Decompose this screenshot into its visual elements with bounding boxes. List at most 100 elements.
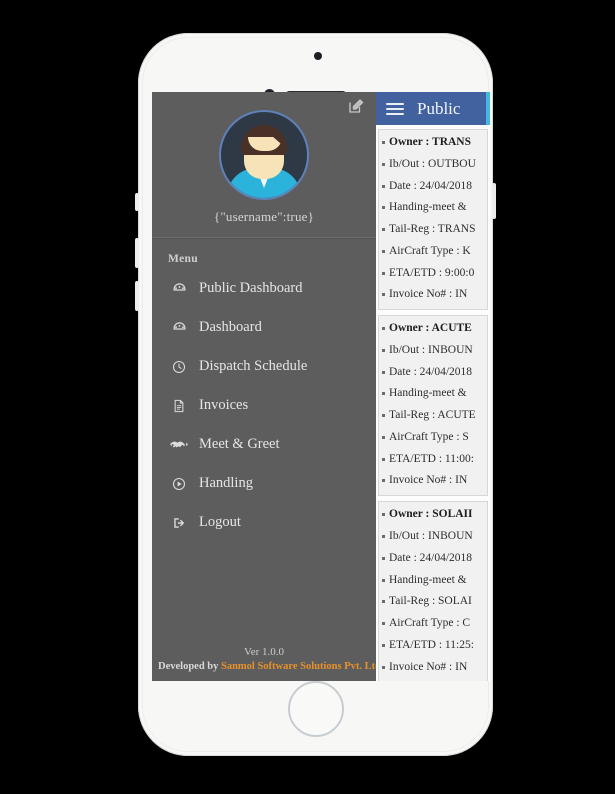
card-row-invoice-no: Invoice No# : IN [379,657,487,679]
bullet-icon [382,370,385,374]
card-row-eta-etd: ETA/ETD : 11:00: [379,449,487,471]
content-scrollbar[interactable] [488,125,490,681]
bullet-icon [382,327,385,331]
bullet-icon [382,348,385,352]
card-row-handling: Handing-meet & [379,570,487,592]
sign-out-icon [168,514,190,532]
sidebar-item-public-dashboard[interactable]: Public Dashboard [152,269,376,308]
bullet-icon [382,535,385,539]
bullet-icon [382,578,385,582]
card-row-inout: Ib/Out : INBOUN [379,526,487,548]
card-row-text: Owner : SOLAII [389,508,473,521]
dispatch-card[interactable]: Owner : ACUTE Ib/Out : INBOUN Date : 24/… [378,315,488,497]
card-row-text: Ib/Out : OUTBOU [389,157,476,170]
card-row-text: Invoice No# : IN [389,474,468,487]
sidebar-item-handling[interactable]: Handling [152,464,376,503]
edit-square-icon[interactable] [348,98,364,114]
card-row-text: Date : 24/04/2018 [389,551,473,564]
bullet-icon [382,600,385,604]
card-row-text: Ib/Out : INBOUN [389,530,473,543]
sidebar-footer: Ver 1.0.0 Developed by Sanmol Software S… [152,645,384,681]
sidebar-item-dispatch-schedule[interactable]: Dispatch Schedule [152,347,376,386]
dispatch-card[interactable]: Owner : SOLAII Ib/Out : INBOUN Date : 24… [378,501,488,681]
bullet-icon [382,293,385,297]
card-row-text: Tail-Reg : ACUTE [389,409,476,422]
developed-by-line: Developed by Sanmol Software Solutions P… [158,660,384,674]
bullet-icon [382,228,385,232]
card-row-tailreg: Tail-Reg : ACUTE [379,405,487,427]
phone-screen: {"username":true} Menu Public Dashboard [152,92,490,681]
dispatch-card[interactable]: Owner : TRANS Ib/Out : OUTBOU Date : 24/… [378,129,488,311]
card-row-invoice-no: Invoice No# : IN [379,284,487,306]
volume-down-button[interactable] [135,281,139,311]
bullet-icon [382,435,385,439]
card-row-aircraft-type: AirCraft Type : S [379,427,487,449]
bullet-icon [382,141,385,144]
avatar[interactable] [219,110,309,200]
developed-by-prefix: Developed by [158,660,221,672]
card-row-handling: Handing-meet & [379,197,487,219]
dashboard-gauge-icon [168,280,190,298]
card-row-aircraft-type: AirCraft Type : C [379,613,487,635]
card-row-text: ETA/ETD : 11:00: [389,452,474,465]
sidebar-item-dashboard[interactable]: Dashboard [152,308,376,347]
power-button[interactable] [492,183,496,219]
bullet-icon [382,479,385,483]
volume-up-button[interactable] [135,238,139,268]
bullet-icon [382,249,385,253]
sidebar-item-invoices[interactable]: Invoices [152,386,376,425]
bullet-icon [382,206,385,210]
card-row-aircraft-type: AirCraft Type : K [379,241,487,263]
card-row-owner: Owner : SOLAII [379,504,487,526]
sidebar-item-logout[interactable]: Logout [152,503,376,542]
phone-frame: {"username":true} Menu Public Dashboard [135,33,496,756]
card-row-date: Date : 24/04/2018 [379,548,487,570]
hamburger-menu-icon[interactable] [386,100,404,118]
card-row-inout: Ib/Out : OUTBOU [379,154,487,176]
card-row-text: Invoice No# : IN [389,288,468,301]
content-pane: Public Owner : TRANS Ib/Out : OUTBOU Dat… [376,92,490,681]
avatar-hair [241,125,287,155]
card-row-text: AirCraft Type : S [389,430,469,443]
dashboard-gauge-icon [168,319,190,337]
sidebar-item-label: Logout [199,514,241,530]
proximity-sensor-icon [314,52,322,60]
card-row-text: AirCraft Type : C [389,617,471,630]
card-row-eta-etd: ETA/ETD : 11:25: [379,635,487,657]
bullet-icon [382,622,385,626]
card-row-handling: Handing-meet & [379,383,487,405]
sidebar-menu-list: Public Dashboard Dashboard Dispatch Sche… [152,269,376,542]
navigation-drawer: {"username":true} Menu Public Dashboard [152,92,384,681]
card-row-text: Handing-meet & [389,387,467,400]
card-row-text: Handing-meet & [389,201,467,214]
card-row-text: Date : 24/04/2018 [389,179,473,192]
card-row-date: Date : 24/04/2018 [379,176,487,198]
play-circle-icon [168,475,190,493]
bullet-icon [382,184,385,188]
developer-brand-link[interactable]: Sanmol Software Solutions Pvt. Ltd. [221,661,384,672]
card-row-invoice-no: Invoice No# : IN [379,470,487,492]
handshake-icon [168,436,190,454]
bullet-icon [382,556,385,560]
card-row-text: Date : 24/04/2018 [389,365,473,378]
card-row-text: AirCraft Type : K [389,244,471,257]
app-bar: Public [376,92,490,125]
card-row-tailreg: Tail-Reg : TRANS [379,219,487,241]
sidebar-item-label: Public Dashboard [199,280,303,296]
bullet-icon [382,457,385,461]
home-button[interactable] [287,681,344,737]
sidebar-item-label: Dispatch Schedule [199,358,308,374]
sidebar-item-label: Handling [199,475,253,491]
card-row-text: Owner : ACUTE [389,322,472,335]
version-label: Ver 1.0.0 [243,645,285,658]
card-row-text: Tail-Reg : TRANS [389,223,476,236]
sidebar-item-meet-and-greet[interactable]: Meet & Greet [152,425,376,464]
bullet-icon [382,271,385,275]
bullet-icon [382,414,385,418]
card-row-text: Invoice No# : IN [389,660,468,673]
silent-switch[interactable] [135,193,139,211]
dispatch-card-list[interactable]: Owner : TRANS Ib/Out : OUTBOU Date : 24/… [376,125,490,681]
bullet-icon [382,392,385,396]
bullet-icon [382,513,385,517]
sidebar-item-label: Dashboard [199,319,262,335]
